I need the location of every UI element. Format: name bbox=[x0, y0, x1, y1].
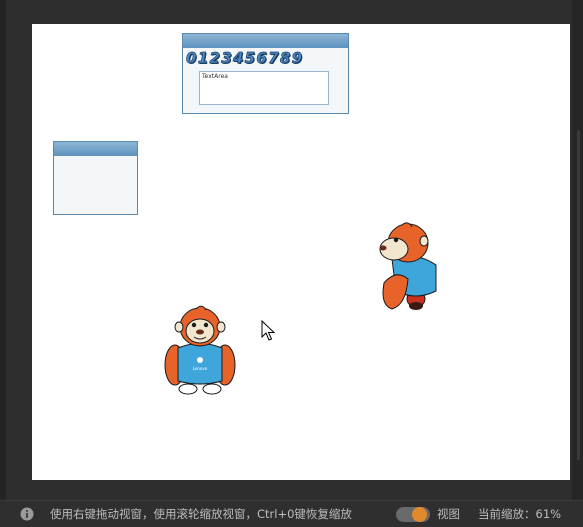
textarea-component[interactable]: TextArea bbox=[199, 71, 329, 105]
textarea-label: TextArea bbox=[202, 73, 228, 80]
toggle-knob[interactable] bbox=[412, 507, 427, 522]
mouse-cursor-icon bbox=[261, 320, 275, 341]
window-component-empty[interactable] bbox=[53, 141, 138, 215]
window-component-digits[interactable]: 0123456789 TextArea bbox=[182, 33, 349, 114]
left-edge bbox=[0, 0, 6, 500]
status-bar: 使用右键拖动视窗，使用滚轮缩放视窗，Ctrl+0键恢复缩放 视图 当前缩放：61… bbox=[0, 500, 583, 527]
mascot-front-image[interactable]: Lenovo bbox=[162, 303, 238, 395]
view-label: 视图 bbox=[437, 507, 460, 521]
zoom-level-label: 当前缩放：61% bbox=[478, 507, 562, 521]
window-title-bar[interactable] bbox=[54, 142, 137, 156]
window-title-bar[interactable] bbox=[183, 34, 348, 48]
info-icon bbox=[20, 507, 34, 521]
mascot-side-image[interactable] bbox=[376, 221, 440, 312]
status-hint-text: 使用右键拖动视窗，使用滚轮缩放视窗，Ctrl+0键恢复缩放 bbox=[50, 507, 352, 521]
scrollbar-thumb[interactable] bbox=[577, 130, 580, 460]
shirt-text: Lenovo bbox=[193, 366, 208, 371]
view-toggle[interactable] bbox=[396, 507, 430, 522]
digit-strip: 0123456789 bbox=[186, 49, 304, 67]
